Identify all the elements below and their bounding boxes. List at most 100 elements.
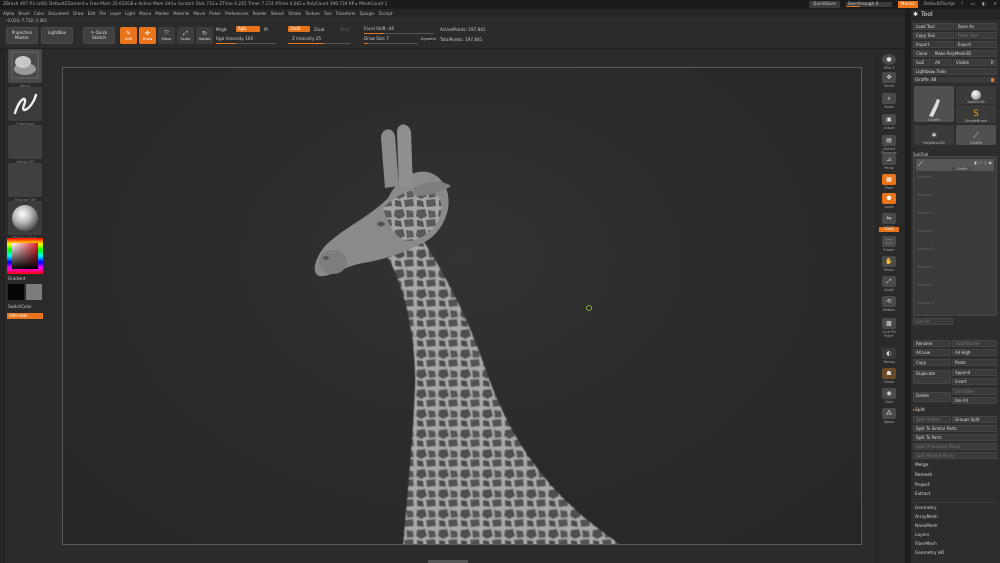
current-tool-slider[interactable]: Giraffe. 48: [913, 77, 997, 83]
zsub-toggle[interactable]: Zsub: [314, 27, 324, 32]
paste-subtool-button[interactable]: Paste: [952, 359, 997, 366]
menu-item-preferences[interactable]: Preferences: [225, 11, 249, 16]
menu-item-alpha[interactable]: Alpha: [3, 11, 14, 16]
split-section-header[interactable]: ▸Split: [913, 408, 925, 413]
scroll-button[interactable]: ✥ Scroll: [878, 71, 900, 88]
spix-slider[interactable]: SPix 3: [877, 66, 901, 70]
rotate-view-button[interactable]: ⟲ Rotate: [878, 295, 900, 312]
menu-item-picker[interactable]: Picker: [209, 11, 221, 16]
menu-item-transform[interactable]: Transform: [336, 11, 356, 16]
canvas-area[interactable]: [48, 49, 874, 563]
rgb-toggle[interactable]: Rgb: [236, 26, 260, 32]
gxyz-toggle[interactable]: Gxyz: [879, 227, 899, 232]
duplicate-button[interactable]: Duplicate: [913, 370, 951, 384]
autoreorder-button[interactable]: AutoReorder: [952, 340, 997, 347]
floor-button[interactable]: ▦ Floor: [878, 173, 900, 190]
ghost-button[interactable]: ☗ Ghost: [878, 367, 900, 384]
primary-color-swatch[interactable]: [8, 284, 24, 300]
mrgb-toggle[interactable]: Mrgb: [216, 27, 227, 32]
switch-color-button[interactable]: SwitchColor: [8, 304, 32, 309]
color-picker[interactable]: [7, 238, 43, 274]
tool-slot-current[interactable]: Giraffe: [914, 86, 954, 122]
geometry-hd-section[interactable]: Geometry HD: [915, 551, 944, 556]
quick-sketch-button[interactable]: ✎ Quick Sketch: [83, 27, 115, 44]
rgb-intensity-slider[interactable]: Rgb Intensity 100: [216, 36, 253, 41]
persp-button[interactable]: ⊿ Persp: [878, 153, 900, 170]
menu-item-movie[interactable]: Movie: [193, 11, 205, 16]
zadd-toggle[interactable]: Zadd: [288, 26, 310, 32]
draw-size-slider[interactable]: Draw Size 7: [364, 36, 389, 41]
xpose-button[interactable]: ⁂ Xpose: [878, 407, 900, 424]
all-high-button[interactable]: All High: [952, 349, 997, 356]
menu-item-draw[interactable]: Draw: [73, 11, 83, 16]
rotate-mode-button[interactable]: ↻ Rotate: [196, 27, 213, 44]
geometry-section[interactable]: Geometry: [915, 506, 936, 511]
zoom-button[interactable]: ⌕ Zoom: [878, 92, 900, 109]
texture-picker[interactable]: [8, 163, 42, 197]
palette-gear-icon[interactable]: ✱: [913, 11, 918, 18]
menu-item-layer[interactable]: Layer: [110, 11, 121, 16]
menu-item-zplugin[interactable]: Zplugin: [360, 11, 375, 16]
nanomesh-section[interactable]: NanoMesh: [915, 524, 938, 529]
split-to-parts-button[interactable]: Split To Parts: [913, 434, 997, 441]
del-all-button[interactable]: Del All: [952, 397, 997, 404]
left-edge-strip[interactable]: [0, 49, 5, 563]
zcut-toggle[interactable]: Zcut: [340, 27, 349, 32]
list-all-button[interactable]: List All: [913, 318, 953, 325]
z-intensity-slider[interactable]: Z Intensity 25: [292, 36, 321, 41]
menu-item-zscript[interactable]: Zscript: [379, 11, 393, 16]
solo-button[interactable]: ◉ Solo: [878, 387, 900, 404]
merge-section-header[interactable]: Merge: [915, 463, 928, 468]
rename-button[interactable]: Rename: [913, 340, 951, 347]
del-other-button[interactable]: Del Other: [952, 388, 997, 395]
split-masked-button[interactable]: Split Masked Points: [913, 452, 997, 459]
load-tool-button[interactable]: Load Tool: [913, 23, 954, 30]
draw-mode-button[interactable]: ✜ Draw: [139, 27, 156, 44]
delete-button[interactable]: Delete: [913, 392, 951, 402]
make-polymesh-button[interactable]: Make PolyMesh3D: [932, 50, 997, 57]
split-similar-parts-button[interactable]: Split To Similar Parts: [913, 425, 997, 432]
layers-section[interactable]: Layers: [915, 533, 929, 538]
arraymesh-section[interactable]: ArrayMesh: [915, 515, 938, 520]
tool-slot-polymesh[interactable]: ✶ PolyMesh3D: [914, 125, 954, 145]
split-hidden-button[interactable]: Split Hidden: [913, 416, 951, 423]
menu-item-stencil[interactable]: Stencil: [271, 11, 285, 16]
save-as-button[interactable]: Save As: [955, 23, 997, 30]
menu-item-tool[interactable]: Tool: [324, 11, 332, 16]
m-toggle[interactable]: M: [264, 27, 268, 32]
menu-item-material[interactable]: Material: [173, 11, 189, 16]
frame-button[interactable]: ⬚ Frame: [878, 235, 900, 252]
transp-button[interactable]: ◐ Transp: [878, 347, 900, 364]
groups-split-button[interactable]: Groups Split: [952, 416, 997, 423]
goz-all-button[interactable]: All: [932, 59, 952, 66]
focal-shift-slider[interactable]: Focal Shift -44: [364, 26, 394, 31]
secondary-color-swatch[interactable]: [26, 284, 42, 300]
aahalf-button[interactable]: ▤ AAHalf: [878, 134, 900, 151]
goz-button[interactable]: GoZ: [913, 59, 931, 66]
extract-section-header[interactable]: Extract: [915, 492, 930, 497]
tool-slot-sphere[interactable]: Sphere3D: [956, 86, 996, 104]
lightbox-button[interactable]: LightBox: [41, 27, 73, 44]
brush-picker[interactable]: [8, 49, 42, 83]
window-control-icons[interactable]: ? ▭ ◧ ✕: [961, 2, 1000, 7]
see-through-slider[interactable]: See-through 0: [845, 2, 892, 7]
menu-item-light[interactable]: Light: [125, 11, 135, 16]
alpha-picker[interactable]: [8, 125, 42, 159]
menu-item-edit[interactable]: Edit: [88, 11, 96, 16]
menu-item-brush[interactable]: Brush: [18, 11, 30, 16]
project-section-header[interactable]: Project: [915, 483, 930, 488]
import-button[interactable]: Import: [913, 41, 954, 48]
menu-item-render[interactable]: Render: [253, 11, 267, 16]
insert-button[interactable]: Insert: [952, 378, 997, 385]
menus-button[interactable]: Menus: [897, 1, 918, 8]
linefill-button[interactable]: ▩ Line Fill: [878, 317, 900, 334]
clone-button[interactable]: Clone: [913, 50, 931, 57]
copy-tool-button[interactable]: Copy Tool: [913, 32, 954, 39]
remesh-section-header[interactable]: Remesh: [915, 473, 932, 478]
fibermesh-section[interactable]: FiberMesh: [915, 542, 937, 547]
alternate-button[interactable]: Alternate: [7, 313, 43, 319]
dynamic-toggle[interactable]: Dynamic: [421, 37, 436, 41]
menu-item-document[interactable]: Document: [48, 11, 69, 16]
material-picker[interactable]: [8, 201, 42, 235]
gradient-toggle[interactable]: Gradient: [8, 276, 25, 281]
